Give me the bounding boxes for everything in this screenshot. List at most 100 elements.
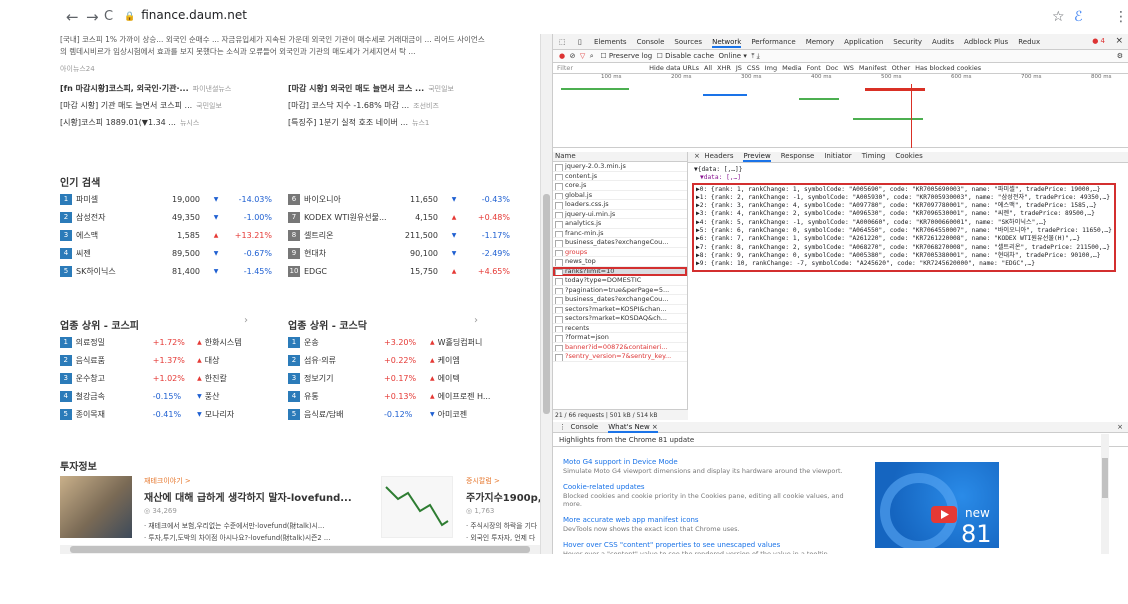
filter-type[interactable]: Other: [892, 64, 910, 72]
star-icon[interactable]: ☆: [1052, 9, 1065, 25]
filter-type[interactable]: JS: [736, 64, 742, 72]
devtools-tab[interactable]: Redux: [1018, 38, 1040, 46]
sector-row[interactable]: 1 운송 +3.20% ▲ W홀딩컴퍼니: [288, 336, 528, 348]
news-headline[interactable]: [특징주] 1분기 실적 호조 네이버 ...: [288, 118, 408, 127]
news-item[interactable]: [시황]코스피 1889.01(▼1.34 ... 뉴시스: [60, 117, 270, 134]
request-row[interactable]: ranks?limit=10: [553, 266, 687, 276]
sector-kosdaq-title[interactable]: 업종 상위 - 코스닥: [288, 317, 367, 332]
chevron-right-icon[interactable]: ›: [244, 315, 248, 326]
whatsnew-item[interactable]: Hover over CSS "content" properties to s…: [563, 541, 863, 549]
json-row[interactable]: ▶3: {rank: 4, rankChange: 2, symbolCode:…: [696, 210, 1112, 218]
stock-name[interactable]: SK하이닉스: [76, 266, 156, 277]
request-row[interactable]: jquery-ui.min.js: [553, 210, 687, 219]
sector-row[interactable]: 4 유통 +0.13% ▲ 에이프로젠 H...: [288, 390, 528, 402]
sector-row[interactable]: 3 정보기기 +0.17% ▲ 에이텍: [288, 372, 528, 384]
sector-kospi-title[interactable]: 업종 상위 - 코스피: [60, 317, 139, 332]
close-icon[interactable]: ×: [1115, 36, 1123, 46]
sector-name[interactable]: 의료정밀: [76, 337, 153, 348]
forward-icon[interactable]: →: [86, 8, 99, 26]
request-row[interactable]: sectors?market=KOSDAQ&ch...: [553, 314, 687, 324]
devtools-tab[interactable]: Elements: [594, 38, 627, 46]
devtools-tab[interactable]: Audits: [932, 38, 954, 46]
close-icon[interactable]: ×: [694, 152, 700, 160]
filter-type[interactable]: Manifest: [859, 64, 887, 72]
request-row[interactable]: banner?id=00872&containeri...: [553, 343, 687, 352]
devtools-tab[interactable]: Console: [637, 38, 665, 46]
sector-row[interactable]: 2 음식료품 +1.37% ▲ 대상: [60, 354, 280, 366]
request-row[interactable]: content.js: [553, 172, 687, 181]
stock-name[interactable]: 에스맥: [76, 230, 156, 241]
json-row[interactable]: ▶8: {rank: 9, rankChange: 0, symbolCode:…: [696, 252, 1112, 260]
devtools-tab[interactable]: Memory: [806, 38, 834, 46]
request-row[interactable]: franc-min.js: [553, 229, 687, 238]
filter-type[interactable]: Doc: [826, 64, 839, 72]
scrollbar-thumb[interactable]: [70, 546, 530, 553]
top-stock[interactable]: 대상: [205, 355, 280, 366]
request-row[interactable]: core.js: [553, 181, 687, 191]
import-icon[interactable]: ⤒: [751, 52, 754, 60]
stock-name[interactable]: 삼성전자: [76, 212, 156, 223]
whatsnew-item[interactable]: Moto G4 support in Device Mode: [563, 458, 863, 466]
sector-name[interactable]: 운수창고: [76, 373, 153, 384]
top-stock[interactable]: 에이텍: [438, 373, 516, 384]
stock-name[interactable]: 씨젠: [76, 248, 156, 259]
json-row[interactable]: ▶6: {rank: 7, rankChange: 1, symbolCode:…: [696, 235, 1112, 243]
news-headline[interactable]: [fn 마감시황]코스피, 외국인·기관·...: [60, 84, 189, 93]
devtools-tab[interactable]: Performance: [751, 38, 795, 46]
sector-row[interactable]: 4 철강금속 -0.15% ▼ 풍산: [60, 390, 280, 402]
filter-type[interactable]: XHR: [717, 64, 731, 72]
invest-headline[interactable]: 주가지수1900p, 지: [466, 489, 540, 504]
ranking-row[interactable]: 3 에스맥 1,585 ▲ +13.21%: [60, 229, 280, 241]
export-icon[interactable]: ⤓: [757, 52, 760, 60]
whatsnew-item[interactable]: More accurate web app manifest icons: [563, 516, 863, 524]
top-stock[interactable]: W홀딩컴퍼니: [438, 337, 516, 348]
detail-tab[interactable]: Preview: [743, 152, 771, 162]
back-icon[interactable]: ←: [66, 8, 79, 26]
news-item[interactable]: [마감] 코스닥 지수 -1.68% 마감 ... 조선비즈: [288, 100, 518, 117]
timeline-overview[interactable]: 100 ms 200 ms 300 ms 400 ms 500 ms 600 ms 700 …: [553, 74, 1128, 148]
filter-icon[interactable]: ▽: [580, 52, 585, 60]
devtools-tab[interactable]: Adblock Plus: [964, 38, 1008, 46]
sector-row[interactable]: 1 의료정밀 +1.72% ▲ 한화시스템: [60, 336, 280, 348]
request-row[interactable]: news_top: [553, 257, 687, 267]
json-root[interactable]: ▼{data: [,…]}: [694, 166, 1128, 174]
filter-type[interactable]: Font: [807, 64, 821, 72]
detail-tab[interactable]: Response: [781, 152, 815, 160]
sector-name[interactable]: 음식료/담배: [304, 409, 384, 420]
devtools-tab[interactable]: Sources: [674, 38, 702, 46]
throttle-select[interactable]: Online ▾: [719, 52, 747, 60]
name-column-header[interactable]: Name: [553, 152, 687, 162]
devtools-tab[interactable]: Application: [844, 38, 883, 46]
inspect-icon[interactable]: ⬚: [559, 38, 566, 46]
filter-type[interactable]: Hide data URLs: [649, 64, 699, 72]
ranking-row[interactable]: 2 삼성전자 49,350 ▼ -1.00%: [60, 211, 280, 223]
filter-type[interactable]: Img: [765, 64, 777, 72]
invest-category[interactable]: 증시칼럼 >: [466, 476, 540, 486]
sector-name[interactable]: 음식료품: [76, 355, 153, 366]
top-stock[interactable]: 모나리자: [205, 409, 280, 420]
invest-bullet[interactable]: · 재테크에서 보험,우리없는 수준에서만-lovefund(財talk)시..…: [144, 520, 374, 530]
stock-name[interactable]: EDGC: [304, 267, 394, 276]
chart-thumbnail[interactable]: [381, 476, 453, 538]
news-item[interactable]: [마감 시황] 외국인 매도 늘면서 코스 ... 국민일보: [288, 83, 518, 100]
sector-name[interactable]: 정보기기: [304, 373, 384, 384]
detail-tab[interactable]: Timing: [862, 152, 886, 160]
stock-name[interactable]: 셀트리온: [304, 230, 394, 241]
stock-name[interactable]: 파미셀: [76, 194, 156, 205]
ranking-row[interactable]: 1 파미셀 19,000 ▼ -14.03%: [60, 193, 280, 205]
top-stock[interactable]: 케이엠: [438, 355, 516, 366]
ranking-row[interactable]: 6 바이오니아 11,650 ▼ -0.43%: [288, 193, 528, 205]
news-headline[interactable]: [마감] 코스닥 지수 -1.68% 마감 ...: [288, 101, 409, 110]
sector-row[interactable]: 5 음식료/담배 -0.12% ▼ 아미코젠: [288, 408, 528, 420]
drawer-scrollbar[interactable]: [1101, 434, 1109, 554]
scrollbar-thumb[interactable]: [543, 194, 550, 414]
json-row[interactable]: ▶9: {rank: 10, rankChange: -7, symbolCod…: [696, 260, 1112, 268]
top-stock[interactable]: 아미코젠: [438, 409, 516, 420]
filter-type[interactable]: Media: [782, 64, 802, 72]
settings-icon[interactable]: ⚙: [1117, 52, 1123, 60]
whatsnew-link[interactable]: Hover over CSS "content" properties to s…: [563, 541, 780, 549]
ranking-row[interactable]: 5 SK하이닉스 81,400 ▼ -1.45%: [60, 265, 280, 277]
news-headline[interactable]: [시황]코스피 1889.01(▼1.34 ...: [60, 118, 176, 127]
ranking-row[interactable]: 7 KODEX WTI원유선물... 4,150 ▲ +0.48%: [288, 211, 528, 223]
ranking-row[interactable]: 8 셀트리온 211,500 ▼ -1.17%: [288, 229, 528, 241]
